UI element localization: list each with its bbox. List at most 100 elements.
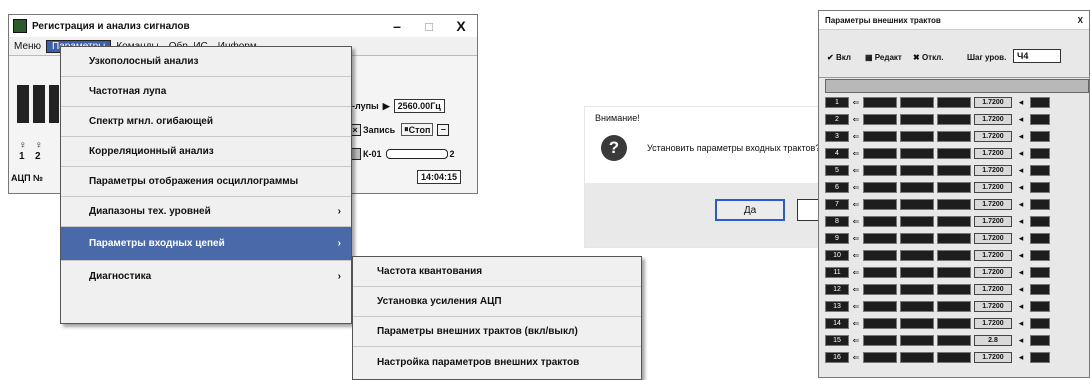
gain-cell[interactable] [900,131,934,142]
gain-cell[interactable] [900,148,934,159]
extra-cell[interactable] [1030,301,1050,312]
value-cell[interactable]: 1.7200 [974,318,1012,329]
mode-cell[interactable] [937,216,971,227]
play-icon[interactable]: ▶ [383,101,390,112]
gain-cell[interactable] [900,318,934,329]
table-row[interactable]: 15 ⇐ 2.8 ◂ [825,333,1090,348]
value-cell[interactable]: 1.7200 [974,97,1012,108]
extra-cell[interactable] [1030,131,1050,142]
mode-cell[interactable] [937,352,971,363]
menu-item-oscillogram-display[interactable]: Параметры отображения осциллограммы [61,167,351,197]
table-row[interactable]: 10 ⇐ 1.7200 ◂ [825,248,1090,263]
table-row[interactable]: 6 ⇐ 1.7200 ◂ [825,180,1090,195]
extra-cell[interactable] [1030,97,1050,108]
input-cell[interactable] [863,216,897,227]
value-cell[interactable]: 1.7200 [974,199,1012,210]
table-row[interactable]: 3 ⇐ 1.7200 ◂ [825,129,1090,144]
mode-cell[interactable] [937,165,971,176]
mode-cell[interactable] [937,318,971,329]
mode-cell[interactable] [937,267,971,278]
stop-button[interactable]: ⏸ Стоп [401,123,434,136]
table-row[interactable]: 5 ⇐ 1.7200 ◂ [825,163,1090,178]
input-cell[interactable] [863,199,897,210]
table-row[interactable]: 1 ⇐ 1.7200 ◂ [825,95,1090,110]
table-row[interactable]: 16 ⇐ 1.7200 ◂ [825,350,1090,365]
gain-cell[interactable] [900,284,934,295]
gain-cell[interactable] [900,233,934,244]
value-cell[interactable]: 1.7200 [974,216,1012,227]
extra-cell[interactable] [1030,318,1050,329]
value-cell[interactable]: 1.7200 [974,182,1012,193]
extra-cell[interactable] [1030,284,1050,295]
input-cell[interactable] [863,233,897,244]
input-cell[interactable] [863,114,897,125]
gain-cell[interactable] [900,301,934,312]
value-cell[interactable]: 1.7200 [974,352,1012,363]
channel-pin-2[interactable]: ♀ 2 [35,140,43,162]
extra-cell[interactable] [1030,165,1050,176]
menu-item-freq-zoom[interactable]: Частотная лупа [61,77,351,107]
minus-button[interactable]: – [437,123,450,136]
table-row[interactable]: 8 ⇐ 1.7200 ◂ [825,214,1090,229]
value-cell[interactable]: 1.7200 [974,131,1012,142]
yes-button[interactable]: Да [715,199,785,221]
table-row[interactable]: 9 ⇐ 1.7200 ◂ [825,231,1090,246]
table-row[interactable]: 14 ⇐ 1.7200 ◂ [825,316,1090,331]
input-cell[interactable] [863,165,897,176]
extra-cell[interactable] [1030,250,1050,261]
menu-item-diagnostics[interactable]: Диагностика › [61,261,351,291]
input-cell[interactable] [863,352,897,363]
maximize-button[interactable]: □ [413,19,445,34]
gain-cell[interactable] [900,216,934,227]
input-cell[interactable] [863,301,897,312]
value-cell[interactable]: 1.7200 [974,233,1012,244]
gain-cell[interactable] [900,97,934,108]
value-cell[interactable]: 1.7200 [974,165,1012,176]
value-cell[interactable]: 1.7200 [974,114,1012,125]
value-cell[interactable]: 1.7200 [974,148,1012,159]
channel-slider[interactable] [385,149,448,159]
toolbar-level-step-select[interactable]: Ч4 [1013,49,1061,63]
table-row[interactable]: 7 ⇐ 1.7200 ◂ [825,197,1090,212]
submenu-item-sampling-rate[interactable]: Частота квантования [353,257,641,287]
input-cell[interactable] [863,335,897,346]
gain-cell[interactable] [900,165,934,176]
gain-cell[interactable] [900,182,934,193]
table-row[interactable]: 11 ⇐ 1.7200 ◂ [825,265,1090,280]
menu-item-tech-ranges[interactable]: Диапазоны тех. уровней › [61,197,351,227]
value-cell[interactable]: 1.7200 [974,301,1012,312]
table-row[interactable]: 12 ⇐ 1.7200 ◂ [825,282,1090,297]
extra-cell[interactable] [1030,182,1050,193]
input-cell[interactable] [863,250,897,261]
value-cell[interactable]: 2.8 [974,335,1012,346]
input-cell[interactable] [863,148,897,159]
gain-cell[interactable] [900,114,934,125]
toolbar-disable-button[interactable]: ✖ Откл. [913,53,943,62]
minimize-button[interactable]: – [381,18,413,34]
mode-cell[interactable] [937,131,971,142]
gain-cell[interactable] [900,199,934,210]
mode-cell[interactable] [937,97,971,108]
close-button[interactable]: X [445,18,477,34]
value-cell[interactable]: 1.7200 [974,267,1012,278]
value-cell[interactable]: 1.7200 [974,284,1012,295]
mode-cell[interactable] [937,182,971,193]
table-row[interactable]: 4 ⇐ 1.7200 ◂ [825,146,1090,161]
input-cell[interactable] [863,284,897,295]
mode-cell[interactable] [937,250,971,261]
gain-cell[interactable] [900,267,934,278]
input-cell[interactable] [863,267,897,278]
input-cell[interactable] [863,182,897,193]
gain-cell[interactable] [900,352,934,363]
menu-item-envelope-spectrum[interactable]: Спектр мгнл. огибающей [61,107,351,137]
input-cell[interactable] [863,97,897,108]
menu-item-input-circuits[interactable]: Параметры входных цепей › [61,227,351,261]
extra-cell[interactable] [1030,352,1050,363]
mode-cell[interactable] [937,114,971,125]
table-row[interactable]: 13 ⇐ 1.7200 ◂ [825,299,1090,314]
channel-pin-1[interactable]: ♀ 1 [19,140,27,162]
input-cell[interactable] [863,131,897,142]
mode-cell[interactable] [937,284,971,295]
menu-item-correlation[interactable]: Корреляционный анализ [61,137,351,167]
menu-item-menu[interactable]: Меню [9,41,46,52]
